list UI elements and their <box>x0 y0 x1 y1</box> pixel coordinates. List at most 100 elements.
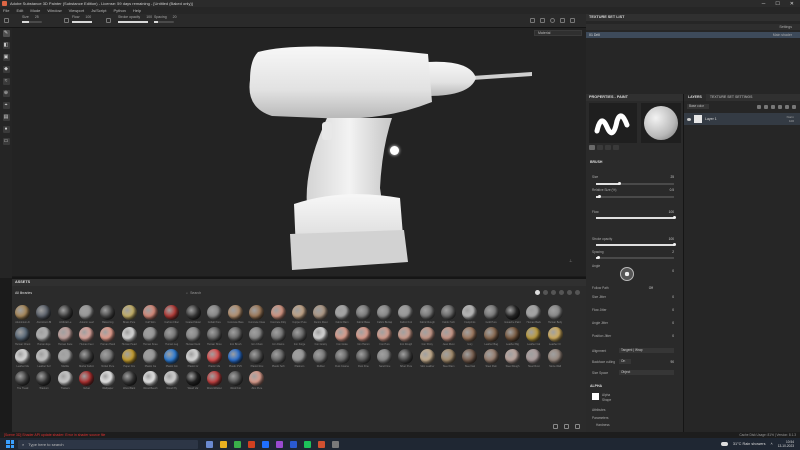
library-filter[interactable]: All libraries <box>15 291 32 295</box>
spacing-value[interactable]: 2 <box>672 250 674 254</box>
light-indicator[interactable] <box>390 146 399 155</box>
material-item[interactable]: Artificial Le <box>57 305 74 324</box>
material-item[interactable]: Plastic Ca <box>142 349 159 368</box>
screen-icon[interactable] <box>560 18 565 23</box>
material-item[interactable]: Trainers <box>57 371 74 390</box>
attributes-group[interactable]: Attributes <box>592 408 605 412</box>
alpha-thumbnail[interactable] <box>592 393 599 400</box>
menu-script[interactable]: Js/Script <box>91 8 106 13</box>
material-item[interactable]: Wood Var <box>184 371 201 390</box>
material-item[interactable]: Iron Brush <box>227 327 244 346</box>
filter-texture-icon[interactable] <box>575 290 580 295</box>
material-icon[interactable]: ● <box>2 126 10 133</box>
material-item[interactable]: Steel Rough <box>504 349 521 368</box>
material-item[interactable]: Zinc Pure <box>248 371 265 390</box>
material-item[interactable]: Gold Pure <box>483 305 500 324</box>
material-item[interactable]: Human Head <box>120 327 137 346</box>
taskbar-app-icon[interactable] <box>220 440 227 448</box>
material-item[interactable]: Gouache Paint <box>504 305 521 324</box>
material-item[interactable]: Leather Cr <box>546 327 563 346</box>
taskbar-app-icon[interactable] <box>206 440 213 448</box>
texture-set-shader[interactable]: Main shader <box>773 32 792 38</box>
material-item[interactable]: Cobalt Pure <box>206 305 223 324</box>
material-item[interactable]: Steel Pain <box>483 349 500 368</box>
material-item[interactable]: Rubber <box>312 349 329 368</box>
material-item[interactable]: Iron Diamo <box>270 327 287 346</box>
angle-value[interactable]: 0 <box>672 269 674 273</box>
material-item[interactable]: Leather Bag <box>483 327 500 346</box>
add-layer-icon[interactable] <box>778 104 782 109</box>
close-button[interactable]: ✕ <box>790 1 794 7</box>
relative-size-slider[interactable] <box>596 195 674 198</box>
size-jitter-value[interactable]: 0 <box>672 295 674 299</box>
material-item[interactable]: Footprints <box>461 305 478 324</box>
stroke-opacity-slider[interactable] <box>596 243 676 246</box>
toolbar-size-slider[interactable] <box>22 21 42 23</box>
material-item[interactable]: Coated Metal <box>184 305 201 324</box>
toolbar-flow-slider[interactable] <box>72 21 92 23</box>
material-item[interactable]: Sand Fine <box>376 349 393 368</box>
material-item[interactable]: Human Shou <box>206 327 223 346</box>
material-item[interactable]: Copper Pure <box>291 305 308 324</box>
material-item[interactable]: Leather Cal <box>525 327 542 346</box>
material-item[interactable]: Rust Fine <box>355 349 372 368</box>
backface-value[interactable]: 90 <box>670 360 674 364</box>
material-item[interactable]: Human Back <box>525 305 542 324</box>
visibility-icon[interactable] <box>687 117 691 121</box>
material-item[interactable]: Concrete Bare <box>227 305 244 324</box>
geometry-icon[interactable]: ▤ <box>2 114 10 121</box>
material-item[interactable]: Mortar Fabric <box>78 349 95 368</box>
material-item[interactable]: Paper Cra <box>120 349 137 368</box>
stroke-opacity-value[interactable]: 100 <box>669 237 674 241</box>
blend-channel-dropdown[interactable]: Base color <box>687 104 709 109</box>
material-item[interactable]: Iron Hamm <box>355 327 372 346</box>
position-jitter-value[interactable]: 0 <box>672 334 674 338</box>
taskbar-app-icon[interactable] <box>262 440 269 448</box>
toolbar-spacing-slider[interactable] <box>154 21 174 23</box>
flow-value[interactable]: 100 <box>669 210 674 214</box>
material-item[interactable]: Skin Leather <box>419 349 436 368</box>
menu-python[interactable]: Python <box>113 8 125 13</box>
toolbar-stroke-slider[interactable] <box>118 21 148 23</box>
material-item[interactable]: Plastic Glo <box>163 349 180 368</box>
trash-icon[interactable] <box>575 424 580 429</box>
camera2-icon[interactable] <box>570 18 575 23</box>
material-item[interactable]: Fabric Soft <box>440 305 457 324</box>
material-item[interactable]: Calf Skin <box>142 305 159 324</box>
material-item[interactable]: Fabric Rough <box>419 305 436 324</box>
tab-layers[interactable]: LAYERS <box>684 94 706 101</box>
flow-handle[interactable] <box>672 216 676 219</box>
material-item[interactable]: Plastic Ma <box>206 349 223 368</box>
material-item[interactable]: Wool Knit <box>227 371 244 390</box>
taskbar-app-icon[interactable] <box>332 440 339 448</box>
material-item[interactable]: Stone Wall <box>546 349 563 368</box>
relative-size-value[interactable]: 0.5 <box>670 188 674 192</box>
material-item[interactable]: Plastic PVC <box>227 349 244 368</box>
texture-set-settings[interactable]: Settings <box>779 24 792 30</box>
3d-viewport[interactable]: Material ⊥ <box>12 28 586 276</box>
material-item[interactable]: Wood Walnut <box>206 371 223 390</box>
menu-file[interactable]: File <box>3 8 9 13</box>
layer-opacity[interactable]: 100 <box>787 119 794 123</box>
material-item[interactable]: Plastic Rou <box>248 349 265 368</box>
menu-window[interactable]: Window <box>47 8 61 13</box>
angle-dial[interactable] <box>620 267 634 281</box>
follow-path-toggle[interactable]: Off <box>649 286 653 290</box>
material-item[interactable]: Human Face <box>57 327 74 346</box>
start-button[interactable] <box>6 440 14 448</box>
material-item[interactable]: Iron Forge <box>291 327 308 346</box>
material-item[interactable]: Wood Ply <box>163 371 180 390</box>
material-item[interactable]: Wood Bark <box>120 371 137 390</box>
layer-name[interactable]: Layer 1 <box>705 117 717 121</box>
material-item[interactable]: Aluminium Ar <box>14 305 31 324</box>
size-slider[interactable] <box>596 182 674 185</box>
taskbar-search-input[interactable]: Type here to search <box>28 442 63 447</box>
flow-slider[interactable] <box>596 216 676 219</box>
view-mode-icon[interactable] <box>564 424 569 429</box>
import-icon[interactable] <box>553 424 558 429</box>
size-space-dropdown[interactable]: Object <box>619 370 674 375</box>
material-item[interactable]: Human Knee <box>142 327 159 346</box>
material-item[interactable]: Ivory <box>461 327 478 346</box>
material-item[interactable]: Human Neck <box>184 327 201 346</box>
flow-jitter-value[interactable]: 0 <box>672 308 674 312</box>
